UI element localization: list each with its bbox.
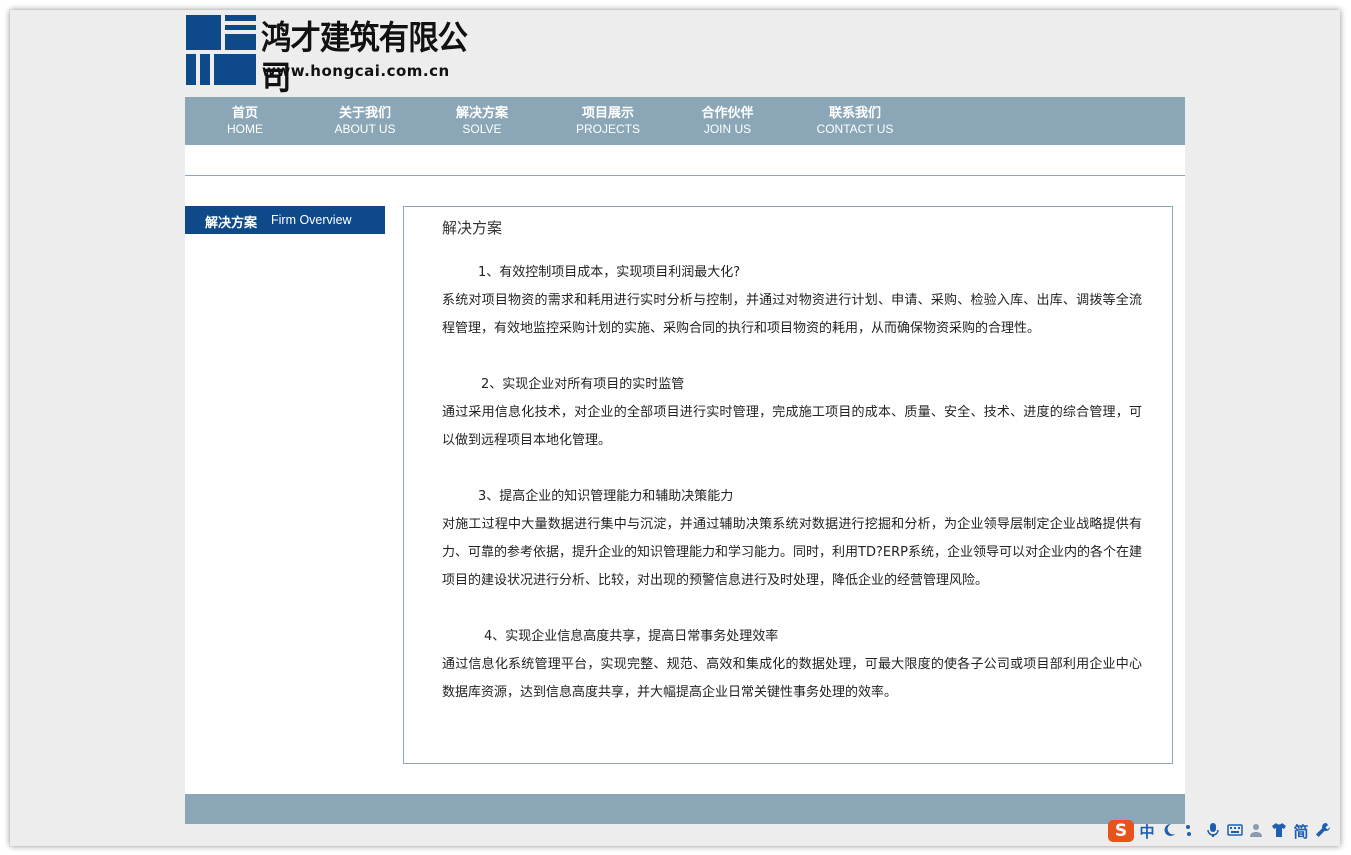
nav-label-en: JOIN US (703, 122, 752, 136)
keyboard-icon[interactable] (1226, 822, 1244, 840)
nav-label-en: CONTACT US (816, 122, 894, 136)
solution-section: 1、有效控制项目成本，实现项目利润最大化? 系统对项目物资的需求和耗用进行实时分… (442, 259, 1142, 343)
microphone-icon[interactable] (1204, 822, 1222, 840)
nav-label-en: PROJECTS (575, 122, 640, 136)
sidebar-title-cn: 解决方案 (205, 216, 258, 231)
sogou-logo-icon[interactable]: S (1108, 820, 1134, 842)
nav-label-cn: 解决方案 (455, 106, 508, 121)
solution-section: 3、提高企业的知识管理能力和辅助决策能力 对施工过程中大量数据进行集中与沉淀，并… (442, 483, 1142, 595)
browser-viewport: 鸿才建筑有限公司 www.hongcai.com.cn 首页 HOME 关于我们… (10, 10, 1340, 846)
banner-band (185, 145, 1185, 176)
sidebar-title-en: Firm Overview (271, 213, 352, 227)
nav-item-contact[interactable]: 联系我们 CONTACT US (805, 106, 905, 137)
nav-item-solve[interactable]: 解决方案 SOLVE (447, 106, 517, 137)
section-text: 系统对项目物资的需求和耗用进行实时分析与控制，并通过对物资进行计划、申请、采购、… (442, 293, 1142, 336)
site-logo[interactable]: 鸿才建筑有限公司 www.hongcai.com.cn (185, 14, 485, 97)
section-heading: 2、实现企业对所有项目的实时监管 (481, 377, 685, 392)
logo-mark-icon (186, 15, 256, 85)
sidebar-header: 解决方案 Firm Overview (185, 206, 385, 234)
nav-label-cn: 关于我们 (338, 106, 391, 121)
section-heading: 4、实现企业信息高度共享，提高日常事务处理效率 (484, 629, 779, 644)
section-heading: 1、有效控制项目成本，实现项目利润最大化? (478, 265, 741, 280)
nav-item-about[interactable]: 关于我们 ABOUT US (330, 106, 400, 137)
main-nav: 首页 HOME 关于我们 ABOUT US 解决方案 SOLVE 项目展示 PR… (185, 97, 1185, 145)
nav-label-en: ABOUT US (334, 122, 396, 136)
simplified-toggle[interactable]: 简 (1292, 821, 1310, 842)
section-text: 通过采用信息化技术，对企业的全部项目进行实时管理，完成施工项目的成本、质量、安全… (442, 405, 1142, 448)
page: 鸿才建筑有限公司 www.hongcai.com.cn 首页 HOME 关于我们… (185, 10, 1185, 846)
solution-section: 2、实现企业对所有项目的实时监管 通过采用信息化技术，对企业的全部项目进行实时管… (442, 371, 1142, 455)
user-icon[interactable] (1248, 822, 1266, 840)
moon-icon[interactable] (1160, 822, 1178, 840)
nav-label-cn: 联系我们 (828, 106, 881, 121)
skin-icon[interactable] (1270, 822, 1288, 840)
ime-toolbar: S 中 简 (1108, 818, 1338, 844)
content-title: 解决方案 (442, 219, 503, 237)
content-panel: 解决方案 1、有效控制项目成本，实现项目利润最大化? 系统对项目物资的需求和耗用… (403, 206, 1173, 764)
main-content-area: 解决方案 Firm Overview 解决方案 1、有效控制项目成本，实现项目利… (185, 176, 1185, 794)
wrench-icon[interactable] (1314, 822, 1332, 840)
ime-mode-toggle[interactable]: 中 (1138, 821, 1156, 842)
nav-label-en: SOLVE (462, 122, 502, 136)
nav-item-join[interactable]: 合作伙伴 JOIN US (690, 106, 765, 137)
nav-label-cn: 项目展示 (581, 106, 634, 121)
section-heading: 3、提高企业的知识管理能力和辅助决策能力 (478, 489, 734, 504)
footer-bar (185, 794, 1185, 824)
content-body: 1、有效控制项目成本，实现项目利润最大化? 系统对项目物资的需求和耗用进行实时分… (442, 259, 1142, 707)
nav-label-cn: 首页 (231, 106, 258, 121)
nav-label-en: HOME (227, 122, 263, 136)
nav-item-projects[interactable]: 项目展示 PROJECTS (568, 106, 648, 137)
solution-section: 4、实现企业信息高度共享，提高日常事务处理效率 通过信息化系统管理平台，实现完整… (442, 623, 1142, 707)
section-text: 对施工过程中大量数据进行集中与沉淀，并通过辅助决策系统对数据进行挖掘和分析，为企… (442, 517, 1142, 588)
logo-company-name: 鸿才建筑有限公司 (261, 18, 468, 97)
nav-item-home[interactable]: 首页 HOME (215, 106, 275, 137)
section-text: 通过信息化系统管理平台，实现完整、规范、高效和集成化的数据处理，可最大限度的使各… (442, 657, 1142, 700)
nav-label-cn: 合作伙伴 (701, 106, 754, 121)
logo-url: www.hongcai.com.cn (262, 62, 450, 80)
punctuation-icon[interactable] (1182, 822, 1200, 840)
